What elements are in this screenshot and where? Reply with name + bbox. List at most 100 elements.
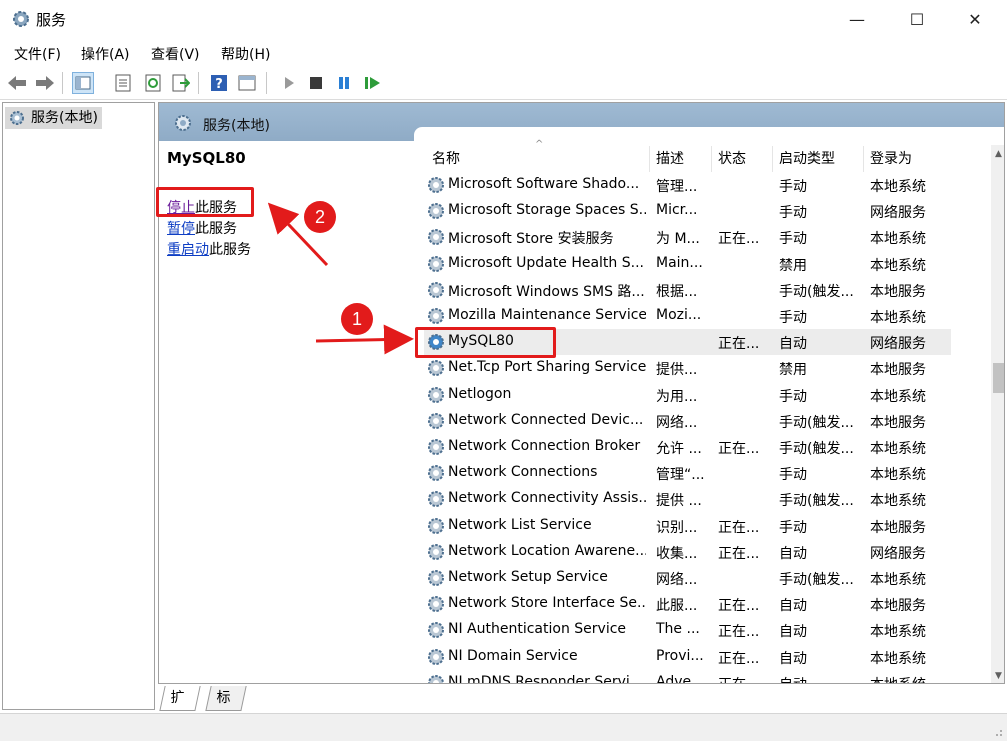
table-row[interactable]: NI Domain Service Provi... 正在... 自动 本地系统 bbox=[424, 644, 951, 670]
table-row[interactable]: Microsoft Update Health S... Main... 禁用 本地系… bbox=[424, 251, 951, 277]
table-row[interactable]: NI mDNS Responder Servi... Adve... 正在... 自动… bbox=[424, 670, 951, 683]
column-header-name[interactable]: 名称 bbox=[426, 146, 650, 172]
service-description-cell: 此服... bbox=[656, 598, 698, 615]
service-startup-cell: 禁用 bbox=[779, 362, 807, 379]
service-description-cell: 管理“... bbox=[656, 467, 705, 484]
service-gear-icon bbox=[428, 177, 444, 193]
scroll-down-icon[interactable]: ▼ bbox=[991, 671, 1004, 681]
menu-action[interactable]: 操作(A) bbox=[81, 44, 130, 64]
service-logon-cell: 本地系统 bbox=[870, 231, 926, 248]
table-row[interactable]: Network Connections 管理“... 手动 本地系统 bbox=[424, 460, 951, 486]
service-logon-cell: 本地系统 bbox=[870, 624, 926, 641]
service-name-cell: NI Authentication Service bbox=[448, 621, 627, 638]
table-row[interactable]: Network Store Interface Se... 此服... 正在... 自… bbox=[424, 591, 951, 617]
service-logon-cell: 本地服务 bbox=[870, 362, 926, 379]
services-list: ^ 名称 描述 状态 启动类型 登录为 Microsoft Software S… bbox=[414, 127, 1004, 683]
service-startup-cell: 手动(触发... bbox=[779, 572, 854, 588]
service-name-cell: Net.Tcp Port Sharing Service bbox=[448, 359, 646, 376]
service-startup-cell: 手动 bbox=[779, 231, 807, 248]
table-row[interactable]: Mozilla Maintenance Service Mozi... 手动 本地系统 bbox=[424, 303, 951, 329]
maximize-button[interactable]: ☐ bbox=[894, 6, 940, 34]
menu-help[interactable]: 帮助(H) bbox=[221, 44, 270, 64]
forward-arrow-icon[interactable] bbox=[34, 72, 56, 94]
service-name-cell: Microsoft Update Health S... bbox=[448, 254, 644, 271]
table-row[interactable]: Microsoft Windows SMS 路... 根据... 手动(触发... 本… bbox=[424, 277, 951, 303]
help-icon[interactable]: ? bbox=[208, 72, 230, 94]
service-logon-cell: 本地服务 bbox=[870, 519, 926, 536]
service-logon-cell: 本地系统 bbox=[870, 493, 926, 510]
back-arrow-icon[interactable] bbox=[6, 72, 28, 94]
table-row[interactable]: Network Connection Broker 允许 ... 正在... 手动(触… bbox=[424, 434, 951, 460]
service-description-cell: 为 M... bbox=[656, 231, 700, 248]
menu-bar: 文件(F) 操作(A) 查看(V) 帮助(H) bbox=[0, 40, 1007, 66]
table-row[interactable]: Network Setup Service 网络... 手动(触发... 本地系统 bbox=[424, 565, 951, 591]
service-name-cell: Microsoft Store 安装服务 bbox=[448, 231, 614, 248]
scrollbar-thumb[interactable] bbox=[993, 363, 1004, 393]
console-tree-icon[interactable] bbox=[72, 72, 94, 94]
service-startup-cell: 手动 bbox=[779, 519, 807, 536]
service-gear-icon bbox=[428, 491, 444, 508]
minimize-button[interactable]: — bbox=[834, 6, 880, 34]
service-status-cell: 正在... bbox=[718, 231, 760, 248]
menu-file[interactable]: 文件(F) bbox=[14, 44, 61, 64]
window-title: 服务 bbox=[36, 11, 67, 29]
service-startup-cell: 自动 bbox=[779, 545, 807, 562]
service-name-cell: Network Store Interface Se... bbox=[448, 595, 646, 612]
restart-service-action: 重启动此服务 bbox=[167, 239, 251, 259]
service-name-cell: Microsoft Software Shado... bbox=[448, 176, 640, 192]
service-startup-cell: 手动 bbox=[779, 205, 807, 222]
table-row[interactable]: Network Connectivity Assis... 提供 ... 手动(触发… bbox=[424, 486, 951, 512]
service-gear-icon bbox=[428, 203, 444, 220]
properties-icon[interactable] bbox=[112, 72, 134, 94]
service-status-cell: 正在... bbox=[718, 624, 760, 641]
toolbar-separator bbox=[62, 72, 63, 94]
show-hide-icon[interactable] bbox=[236, 72, 258, 94]
tab-standard[interactable]: 标准 bbox=[205, 686, 247, 730]
restart-service-icon[interactable] bbox=[362, 72, 384, 94]
status-bar bbox=[0, 713, 1007, 741]
table-row[interactable]: Netlogon 为用... 手动 本地系统 bbox=[424, 382, 951, 408]
start-service-icon[interactable] bbox=[278, 72, 300, 94]
service-startup-cell: 自动 bbox=[779, 336, 807, 353]
action-suffix: 此服务 bbox=[209, 242, 251, 258]
menu-view[interactable]: 查看(V) bbox=[151, 44, 200, 64]
service-description-cell: 根据... bbox=[656, 283, 698, 300]
restart-service-link[interactable]: 重启动 bbox=[167, 242, 209, 258]
table-row[interactable]: Microsoft Storage Spaces S... Micr... 手动 网络… bbox=[424, 198, 951, 224]
column-header-startup-type[interactable]: 启动类型 bbox=[773, 146, 864, 172]
stop-service-icon[interactable] bbox=[305, 72, 327, 94]
table-row[interactable]: Microsoft Software Shado... 管理... 手动 本地系统 bbox=[424, 172, 951, 198]
annotation-box-mysql80 bbox=[415, 327, 556, 358]
scroll-up-icon[interactable]: ▲ bbox=[991, 149, 1004, 159]
table-row[interactable]: Network Connected Devic... 网络... 手动(触发... 本… bbox=[424, 408, 951, 434]
pause-service-link[interactable]: 暂停 bbox=[167, 221, 195, 237]
service-name-cell: Microsoft Storage Spaces S... bbox=[448, 202, 646, 219]
close-button[interactable]: ✕ bbox=[952, 6, 998, 34]
column-header-description[interactable]: 描述 bbox=[650, 146, 712, 172]
table-row[interactable]: Network List Service 识别... 正在... 手动 本地服务 bbox=[424, 513, 951, 539]
service-description-cell: 允许 ... bbox=[656, 441, 702, 457]
resize-grip-icon[interactable] bbox=[991, 725, 1003, 737]
tree-item-services-local[interactable]: 服务(本地) bbox=[5, 107, 102, 129]
tab-extended[interactable]: 扩展 bbox=[159, 686, 201, 730]
service-description-cell: 网络... bbox=[656, 572, 698, 588]
refresh-icon[interactable] bbox=[142, 72, 164, 94]
service-description-cell: 管理... bbox=[656, 179, 698, 195]
service-gear-icon bbox=[428, 648, 444, 665]
service-name-cell: Network Location Awarene... bbox=[448, 542, 646, 559]
svg-text:?: ? bbox=[215, 77, 223, 92]
vertical-scrollbar[interactable]: ▲ ▼ bbox=[991, 145, 1004, 683]
export-list-icon[interactable] bbox=[170, 72, 192, 94]
table-row[interactable]: NI Authentication Service The ... 正在... 自动 本… bbox=[424, 617, 951, 643]
service-gear-icon bbox=[428, 674, 444, 683]
column-header-status[interactable]: 状态 bbox=[712, 146, 773, 172]
service-gear-icon bbox=[428, 596, 444, 613]
service-name-cell: Network Connectivity Assis... bbox=[448, 490, 646, 507]
table-row[interactable]: Net.Tcp Port Sharing Service 提供... 禁用 本地服务 bbox=[424, 355, 951, 381]
table-row[interactable]: Network Location Awarene... 收集... 正在... 自动 网… bbox=[424, 539, 951, 565]
service-logon-cell: 本地系统 bbox=[870, 388, 926, 405]
pause-service-icon[interactable] bbox=[333, 72, 355, 94]
column-header-log-on-as[interactable]: 登录为 bbox=[864, 146, 941, 172]
table-row[interactable]: Microsoft Store 安装服务 为 M... 正在... 手动 本地系统 bbox=[424, 224, 951, 250]
pause-service-action: 暂停此服务 bbox=[167, 218, 237, 238]
